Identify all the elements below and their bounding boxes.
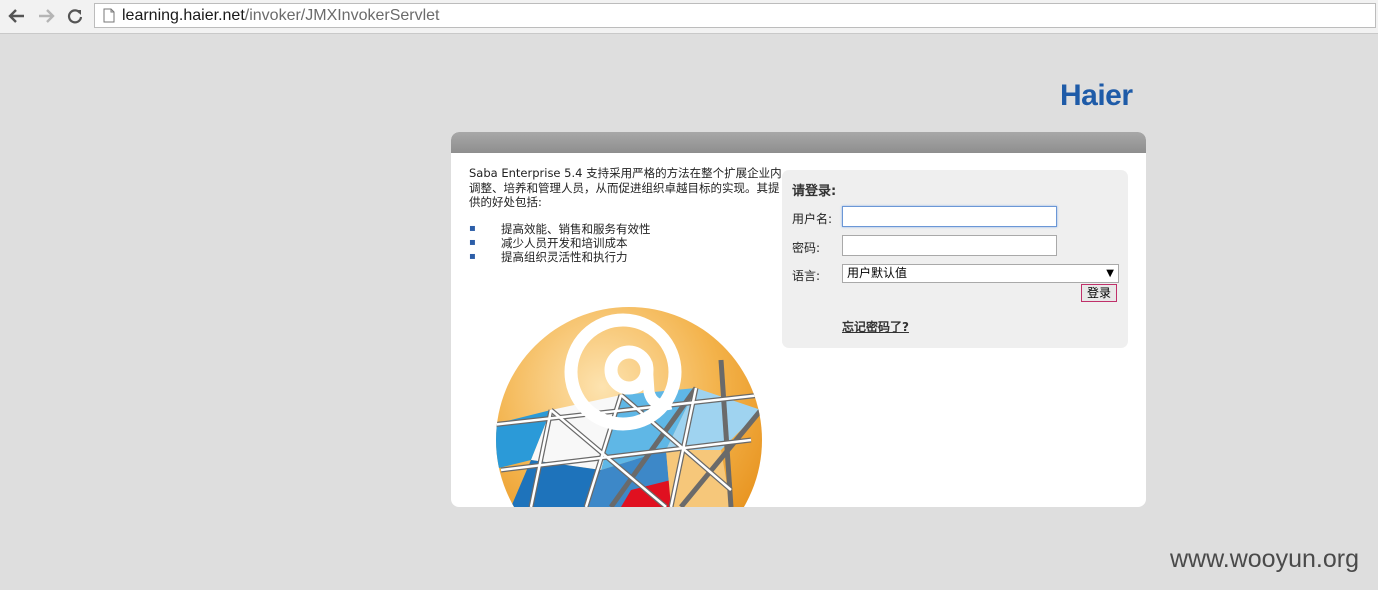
url-path: /invoker/JMXInvokerServlet (244, 6, 440, 24)
benefit-text: 提高组织灵活性和执行力 (501, 250, 628, 264)
username-label: 用户名: (792, 212, 833, 226)
page-icon (101, 8, 117, 24)
language-label: 语言: (792, 269, 821, 283)
login-button[interactable]: 登录 (1081, 284, 1117, 302)
url-host: learning.haier.net (122, 6, 245, 24)
forward-arrow-icon[interactable] (34, 4, 58, 28)
bullet-icon: ▪ (469, 237, 476, 248)
haier-logo: Haier (1060, 79, 1133, 112)
list-item: ▪ 减少人员开发和培训成本 (469, 236, 651, 250)
list-item: ▪ 提高效能、销售和服务有效性 (469, 222, 651, 236)
panel-header (451, 132, 1146, 153)
username-input[interactable] (842, 206, 1057, 227)
login-form: 请登录: 用户名: 密码: 语言: 用户默认值 ▼ 登录 忘记密码了? (782, 170, 1128, 348)
benefit-text: 减少人员开发和培训成本 (501, 236, 628, 250)
language-selected-value: 用户默认值 (847, 266, 908, 280)
back-arrow-icon[interactable] (5, 4, 29, 28)
url-text: learning.haier.net/invoker/JMXInvokerSer… (122, 7, 440, 25)
bullet-icon: ▪ (469, 251, 476, 262)
password-input[interactable] (842, 235, 1057, 256)
benefits-list: ▪ 提高效能、销售和服务有效性 ▪ 减少人员开发和培训成本 ▪ 提高组织灵活性和执行力 (469, 222, 651, 264)
login-title: 请登录: (792, 184, 837, 199)
reload-icon[interactable] (63, 4, 87, 28)
browser-toolbar: learning.haier.net/invoker/JMXInvokerSer… (0, 0, 1378, 34)
dropdown-arrow-icon: ▼ (1106, 268, 1114, 279)
language-select[interactable]: 用户默认值 ▼ (842, 264, 1119, 283)
benefit-text: 提高效能、销售和服务有效性 (501, 222, 651, 236)
intro-text: Saba Enterprise 5.4 支持采用严格的方法在整个扩展企业内调整、… (469, 166, 782, 209)
watermark: www.wooyun.org (1170, 545, 1359, 573)
forgot-password-link[interactable]: 忘记密码了? (842, 318, 909, 335)
list-item: ▪ 提高组织灵活性和执行力 (469, 250, 651, 264)
login-panel: Saba Enterprise 5.4 支持采用严格的方法在整个扩展企业内调整、… (451, 132, 1146, 507)
bullet-icon: ▪ (469, 223, 476, 234)
address-bar[interactable]: learning.haier.net/invoker/JMXInvokerSer… (94, 3, 1376, 28)
password-label: 密码: (792, 241, 821, 255)
globe-at-illustration (496, 307, 762, 507)
